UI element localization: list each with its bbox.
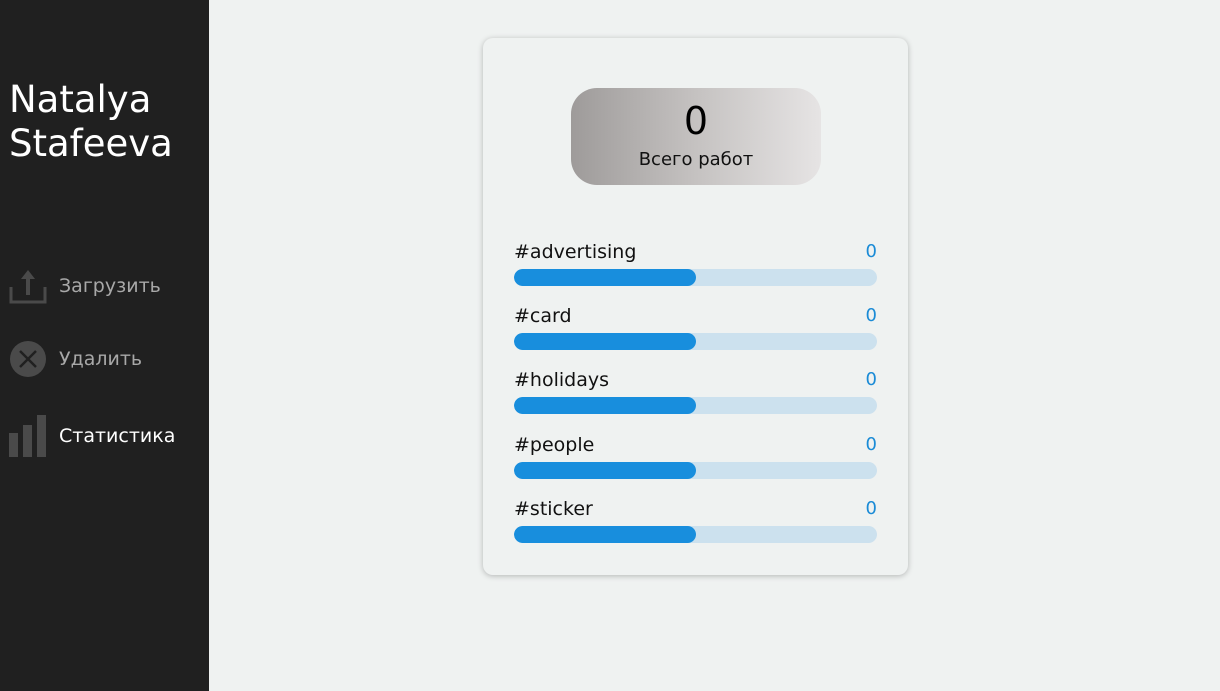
progress-fill <box>514 269 696 286</box>
upload-icon <box>9 266 47 306</box>
stat-value: 0 <box>865 369 877 390</box>
progress-fill <box>514 397 696 414</box>
stat-row-card: #card 0 <box>514 303 877 359</box>
statistics-card: 0 Всего работ #advertising 0 #card 0 #ho… <box>483 38 908 575</box>
stat-value: 0 <box>865 498 877 519</box>
stat-tag: #advertising <box>514 241 637 263</box>
nav-item-upload[interactable]: Загрузить <box>9 264 204 308</box>
progress-fill <box>514 526 696 543</box>
progress-track <box>514 269 877 286</box>
nav-item-label: Статистика <box>59 425 176 447</box>
stat-row-holidays: #holidays 0 <box>514 367 877 423</box>
nav-item-delete[interactable]: Удалить <box>9 337 204 381</box>
bar-chart-icon <box>9 415 47 457</box>
progress-track <box>514 462 877 479</box>
stat-tag: #sticker <box>514 498 593 520</box>
sidebar: Natalya Stafeeva Загрузить Удалить Стати… <box>0 0 209 691</box>
total-works-badge: 0 Всего работ <box>571 88 821 185</box>
stat-tag: #people <box>514 434 595 456</box>
nav-item-label: Загрузить <box>59 275 161 297</box>
total-label: Всего работ <box>638 149 754 170</box>
nav-item-statistics[interactable]: Статистика <box>9 414 204 458</box>
progress-fill <box>514 333 696 350</box>
delete-icon <box>9 339 47 379</box>
nav-item-label: Удалить <box>59 348 143 370</box>
stat-tag: #card <box>514 305 572 327</box>
progress-fill <box>514 462 696 479</box>
total-count: 0 <box>683 99 709 143</box>
progress-track <box>514 526 877 543</box>
stat-row-sticker: #sticker 0 <box>514 496 877 552</box>
stat-value: 0 <box>865 434 877 455</box>
progress-track <box>514 333 877 350</box>
brand-name: Natalya Stafeeva <box>9 78 173 165</box>
stat-value: 0 <box>865 241 877 262</box>
stat-tag: #holidays <box>514 369 609 391</box>
stat-row-advertising: #advertising 0 <box>514 239 877 295</box>
stat-row-people: #people 0 <box>514 432 877 488</box>
progress-track <box>514 397 877 414</box>
stat-value: 0 <box>865 305 877 326</box>
